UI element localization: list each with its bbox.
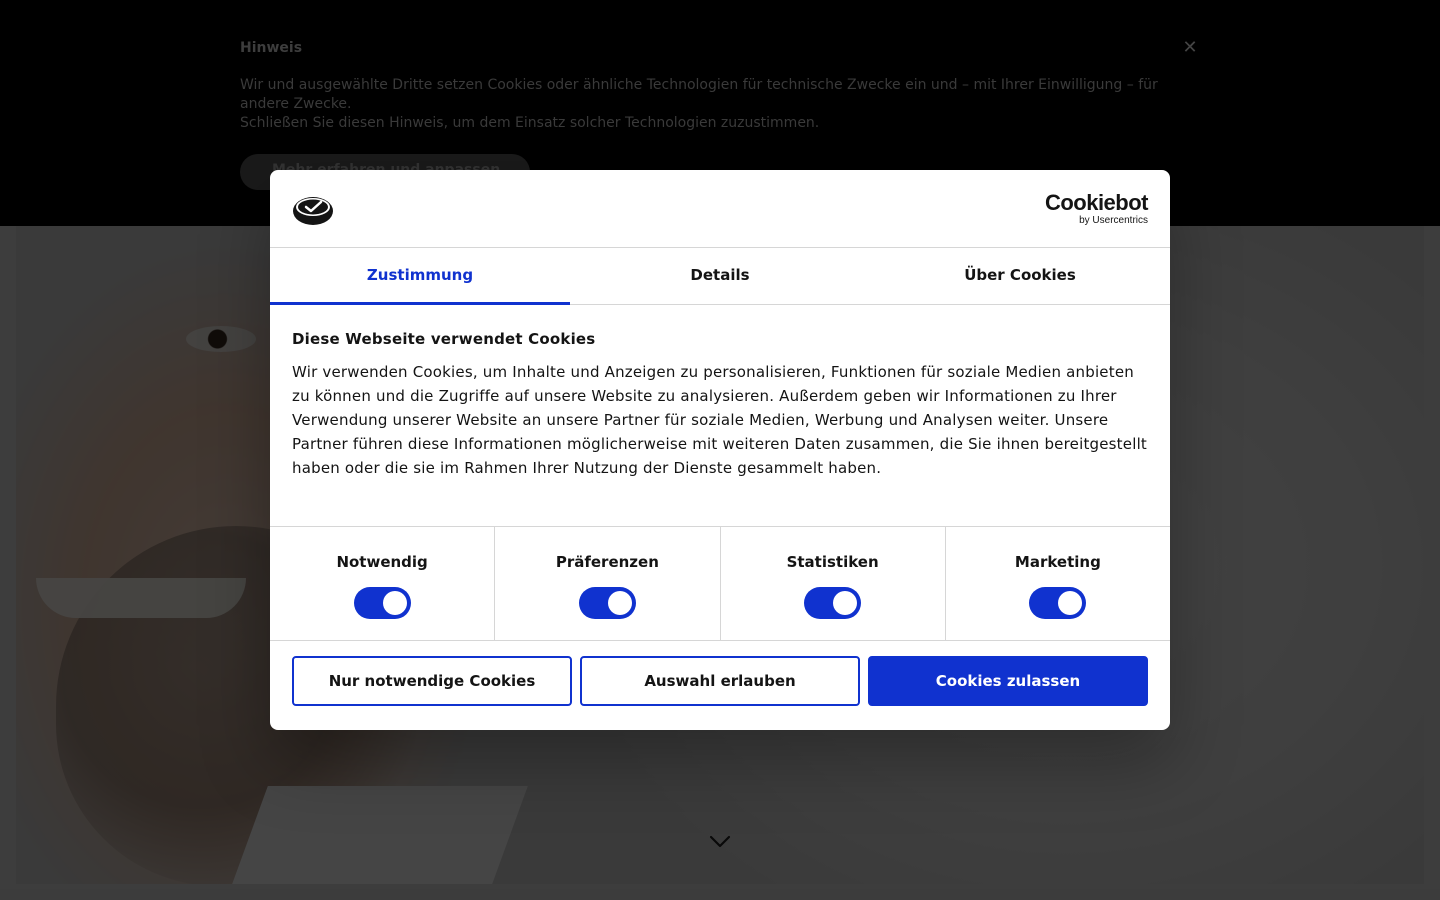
necessary-only-button[interactable]: Nur notwendige Cookies — [292, 656, 572, 706]
dialog-buttons: Nur notwendige Cookies Auswahl erlauben … — [292, 656, 1148, 706]
cookiebot-byline: by Usercentrics — [1079, 215, 1148, 226]
cookie-consent-dialog: Cookiebot by Usercentrics Zustimmung Det… — [270, 170, 1170, 730]
statistiken-toggle[interactable] — [804, 587, 862, 619]
category-praeferenzen: Präferenzen — [495, 527, 721, 640]
marketing-toggle[interactable] — [1029, 587, 1087, 619]
allow-selection-button[interactable]: Auswahl erlauben — [580, 656, 860, 706]
toggle-knob — [607, 591, 632, 615]
dialog-title: Diese Webseite verwendet Cookies — [292, 330, 596, 348]
category-label: Marketing — [1014, 553, 1101, 571]
allow-all-button[interactable]: Cookies zulassen — [868, 656, 1148, 706]
category-statistiken: Statistiken — [721, 527, 946, 640]
tab-ueber-cookies[interactable]: Über Cookies — [870, 248, 1170, 304]
dialog-header: Cookiebot by Usercentrics — [270, 170, 1170, 248]
praeferenzen-toggle[interactable] — [578, 587, 636, 619]
notice-text: Wir und ausgewählte Dritte setzen Cookie… — [240, 76, 1180, 133]
dialog-body: Diese Webseite verwendet Cookies Wir ver… — [292, 330, 1148, 480]
cookiebot-logo[interactable]: Cookiebot by Usercentrics — [1044, 190, 1149, 227]
category-notwendig: Notwendig — [270, 527, 496, 640]
notice-text-line1: Wir und ausgewählte Dritte setzen Cookie… — [240, 77, 1158, 112]
dialog-description: Wir verwenden Cookies, um Inhalte und An… — [292, 363, 1148, 477]
tab-zustimmung[interactable]: Zustimmung — [270, 248, 570, 305]
close-icon[interactable]: ✕ — [1180, 38, 1200, 58]
brand-logo-icon — [293, 197, 333, 225]
tab-details[interactable]: Details — [570, 248, 870, 304]
consent-categories: Notwendig Präferenzen Statistiken Market… — [270, 526, 1170, 641]
toggle-knob — [1058, 591, 1083, 615]
category-label: Notwendig — [336, 553, 428, 571]
notwendig-toggle[interactable] — [353, 587, 411, 619]
toggle-knob — [382, 591, 407, 615]
notice-title: Hinweis — [240, 40, 303, 56]
cookiebot-name: Cookiebot — [1044, 190, 1149, 215]
notice-text-line2: Schließen Sie diesen Hinweis, um dem Ein… — [240, 115, 820, 131]
dialog-tabs: Zustimmung Details Über Cookies — [270, 248, 1170, 305]
toggle-knob — [833, 591, 858, 615]
category-marketing: Marketing — [946, 527, 1170, 640]
category-label: Statistiken — [786, 553, 879, 571]
category-label: Präferenzen — [555, 553, 659, 571]
